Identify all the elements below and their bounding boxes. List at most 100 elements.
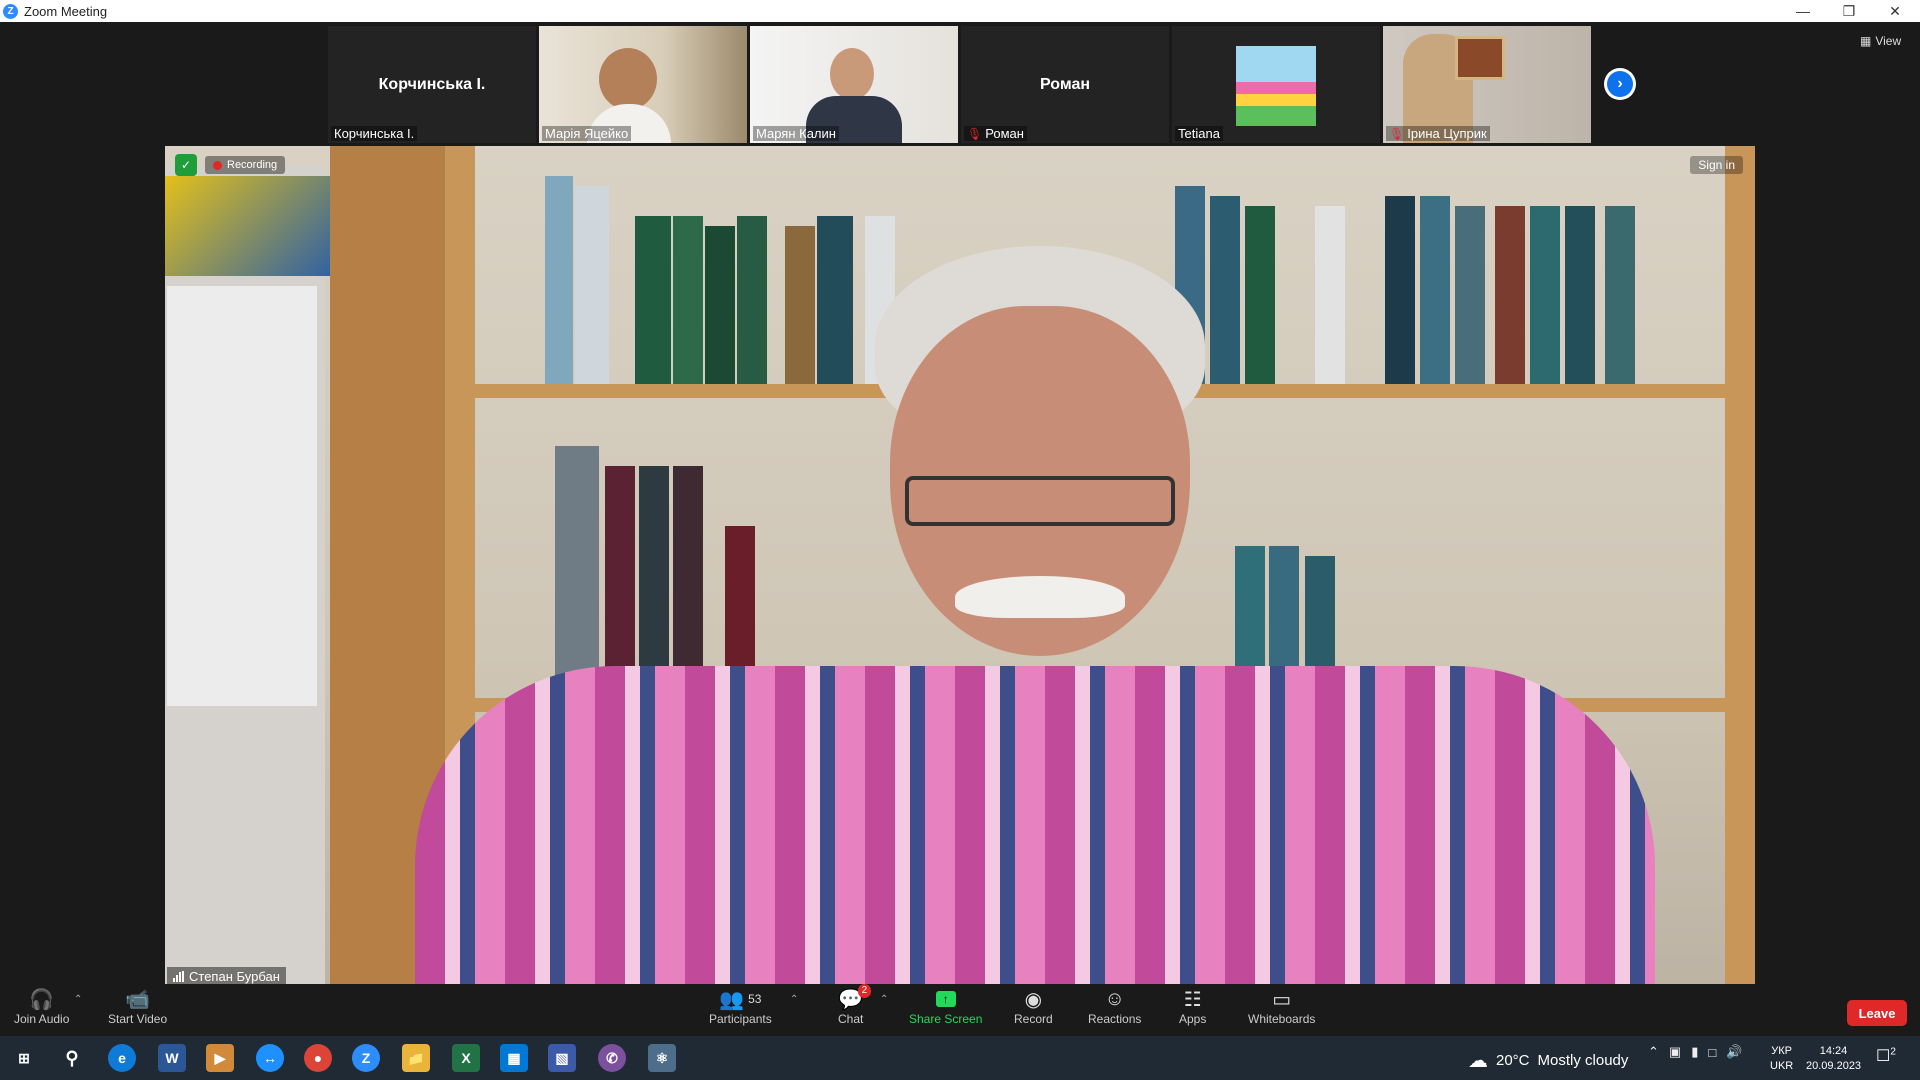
save-app-icon[interactable]: ▧ [548,1044,576,1072]
leave-button[interactable]: Leave [1847,1000,1907,1026]
security-shield-icon[interactable]: ✓ [175,154,197,176]
participant-thumbnail[interactable]: Роман 🎙 Роман [961,26,1169,143]
book [1210,196,1240,384]
whiteboards-label: Whiteboards [1248,1012,1316,1026]
minimize-button[interactable]: — [1780,0,1826,22]
sign-in-button[interactable]: Sign in [1690,156,1743,174]
participant-label: 🎙 Роман [964,126,1027,141]
participants-options-chevron-icon[interactable]: ⌃ [790,994,798,1005]
participants-label: Participants [709,1012,772,1026]
participant-thumbnail[interactable]: Марія Яцейко [539,26,747,143]
volume-icon[interactable]: 🔊 [1726,1044,1742,1060]
network-icon[interactable]: □ [1708,1045,1716,1060]
excel-icon[interactable]: X [452,1044,480,1072]
media-player-icon[interactable]: ▶ [206,1044,234,1072]
participants-button[interactable]: 👥 53 Participants [709,986,772,1027]
book [575,186,609,384]
book [1315,206,1345,384]
weather-temperature: 20°C [1496,1052,1530,1069]
input-language-indicator[interactable]: УКР UKR [1770,1044,1793,1074]
book [545,176,573,384]
participant-video-figure [599,48,657,110]
book [785,226,815,384]
participant-video-figure [830,48,874,100]
chevron-up-icon[interactable]: ⌃ [1648,1044,1659,1060]
participant-display-name: Роман [1039,76,1091,93]
zoom-app-icon[interactable]: Z [352,1044,380,1072]
meeting-area: Корчинська І. Корчинська І. Марія Яцейко… [0,22,1920,986]
record-label: Record [1014,1012,1053,1026]
record-dot-icon [213,160,222,170]
book [1565,206,1595,384]
app-icon[interactable]: ⚛ [648,1044,676,1072]
shelf-post [1725,146,1755,986]
clock-date: 20.09.2023 [1806,1060,1862,1072]
chat-icon: 💬 2 [838,984,872,1012]
participant-thumbnail[interactable]: 🎙 Ірина Цуприк [1383,26,1591,143]
whiteboards-button[interactable]: ▭ Whiteboards [1248,986,1316,1027]
word-icon[interactable]: W [158,1044,186,1072]
participant-label: 🎙 Ірина Цуприк [1386,126,1490,141]
chat-unread-badge: 2 [857,984,872,998]
chrome-icon[interactable]: ● [304,1044,332,1072]
share-screen-button[interactable]: ↑ Share Screen [909,986,982,1026]
windows-start-icon[interactable]: ⊞ [10,1044,38,1072]
clock[interactable]: 14:24 20.09.2023 [1806,1044,1861,1074]
participants-count: 53 [748,992,762,1006]
file-explorer-icon[interactable]: 📁 [402,1044,430,1072]
restore-button[interactable]: ❐ [1826,0,1872,22]
participant-thumbnail[interactable]: Tetiana [1172,26,1380,143]
window-title: Zoom Meeting [24,3,108,19]
participant-thumbnail[interactable]: Корчинська І. Корчинська І. [328,26,536,143]
share-screen-label: Share Screen [909,1012,983,1026]
tray-app-icon[interactable]: ▣ [1669,1044,1681,1060]
participant-thumbnail[interactable]: Марян Калин [750,26,958,143]
title-bar: Z Zoom Meeting — ❐ ✕ [0,0,1920,22]
participant-name: Tetiana [1178,126,1220,141]
mic-muted-icon: 🎙 [1389,126,1405,141]
audio-options-chevron-icon[interactable]: ⌃ [74,994,82,1005]
search-icon[interactable]: ⚲ [58,1044,86,1072]
apps-button[interactable]: ☷ Apps [1179,986,1206,1027]
book [1420,196,1450,384]
book [817,216,853,384]
headphones-icon: 🎧 [29,988,55,1011]
signal-bars-icon [173,971,184,982]
book [705,226,735,384]
book [1245,206,1275,384]
recording-badge[interactable]: Recording [205,156,286,174]
view-button[interactable]: ▦ View [1860,34,1901,48]
notification-center-button[interactable]: ☐2 [1876,1046,1896,1066]
mic-muted-icon: 🎙 [967,126,983,141]
book [1605,206,1635,384]
chat-options-chevron-icon[interactable]: ⌃ [880,994,888,1005]
viber-icon[interactable]: ✆ [598,1044,626,1072]
participant-label: Tetiana [1175,126,1223,141]
binder [639,466,669,696]
join-audio-button[interactable]: 🎧 Join Audio [14,986,69,1027]
grid-icon: ▦ [1860,34,1872,48]
record-icon: ◉ [1024,988,1043,1011]
recording-indicator: ✓ Recording [175,154,286,176]
view-label: View [1875,34,1902,48]
edge-browser-icon[interactable]: e [108,1044,136,1072]
participants-icon: 👥 53 [719,988,762,1011]
start-video-button[interactable]: 📹 Start Video [108,986,167,1027]
teamviewer-icon[interactable]: ↔ [256,1044,284,1072]
weather-widget[interactable]: ☁ 20°C Mostly cloudy [1468,1048,1628,1073]
store-icon[interactable]: ▦ [500,1044,528,1072]
close-button[interactable]: ✕ [1872,0,1918,22]
book [1455,206,1485,384]
battery-icon[interactable]: ▮ [1691,1044,1698,1060]
participant-label: Марія Яцейко [542,126,632,141]
next-page-button[interactable]: › [1604,68,1636,100]
reactions-button[interactable]: ☺ Reactions [1088,986,1141,1027]
main-speaker-video[interactable]: ✓ Recording Sign in Степан Бурбан [165,146,1755,986]
record-button[interactable]: ◉ Record [1014,986,1053,1027]
meeting-toolbar: 🎧 Join Audio ⌃ 📹 Start Video 👥 53 Partici… [0,984,1920,1036]
clock-time: 14:24 [1819,1045,1848,1057]
book [1530,206,1560,384]
speaker-mustache [955,576,1125,618]
chat-button[interactable]: 💬 2 Chat [838,984,872,1026]
participant-display-name: Корчинська І. [378,76,486,93]
